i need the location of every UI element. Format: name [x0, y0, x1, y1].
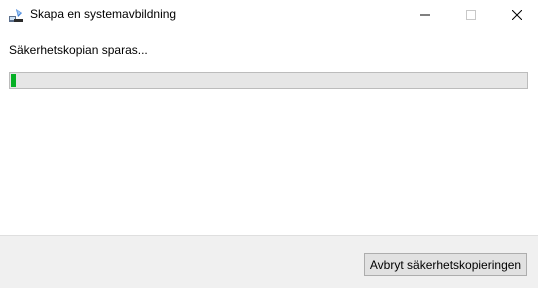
- maximize-button[interactable]: [448, 0, 494, 30]
- backup-app-icon: [8, 7, 24, 23]
- close-button[interactable]: [494, 0, 538, 30]
- minimize-button[interactable]: [402, 0, 448, 30]
- title-bar: Skapa en systemavbildning: [0, 0, 538, 30]
- close-icon: [512, 10, 522, 20]
- minimize-icon: [420, 14, 430, 16]
- window-title: Skapa en systemavbildning: [30, 7, 177, 21]
- progress-fill: [11, 74, 16, 87]
- status-text: Säkerhetskopian sparas...: [9, 43, 148, 57]
- footer: Avbryt säkerhetskopieringen: [0, 235, 538, 288]
- maximize-icon: [466, 10, 476, 20]
- progress-bar: [9, 72, 528, 89]
- cancel-backup-button[interactable]: Avbryt säkerhetskopieringen: [364, 253, 527, 276]
